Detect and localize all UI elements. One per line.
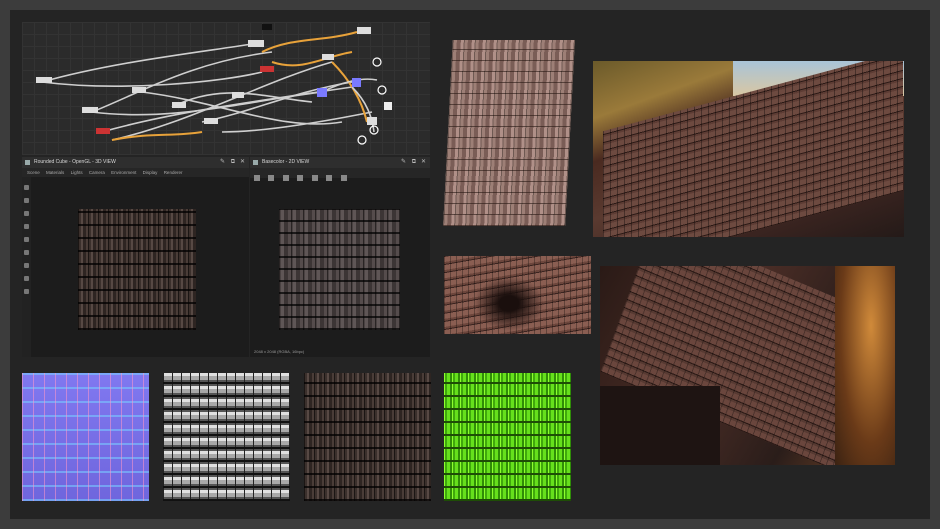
basecolor-map [304, 373, 431, 501]
viewer-3d-panel[interactable]: Rounded Cube - OpenGL - 3D VIEW ✎ ⧉ ✕ Sc… [22, 157, 249, 357]
menu-scene[interactable]: Scene [27, 170, 40, 175]
close-icon[interactable]: ✕ [421, 157, 426, 168]
viewer-2d-panel[interactable]: Basecolor - 2D VIEW ✎ ⧉ ✕ 2048 x 2048 (R… [250, 157, 430, 357]
render-roof-sunlit [593, 61, 904, 237]
camera-icon[interactable] [24, 185, 29, 190]
viewer-3d-title: Rounded Cube - OpenGL - 3D VIEW [34, 159, 116, 165]
menu-lights[interactable]: Lights [71, 170, 83, 175]
save-icon[interactable] [254, 175, 260, 181]
cube-icon[interactable] [24, 263, 29, 268]
graph-links [36, 24, 392, 145]
popout-icon[interactable]: ⧉ [412, 157, 416, 168]
leaf-shadow [474, 276, 544, 331]
menu-renderer[interactable]: Renderer [164, 170, 183, 175]
eye-icon[interactable] [24, 276, 29, 281]
fit-icon[interactable] [282, 175, 289, 181]
histogram-icon[interactable] [340, 175, 347, 181]
render-house-roof [600, 266, 895, 465]
viewer-2d-toolbar [250, 168, 430, 181]
viewer-3d-toolbar [22, 177, 31, 357]
copy-icon[interactable] [268, 175, 275, 181]
channels-icon[interactable] [297, 175, 304, 181]
preview-3d-shingles [78, 209, 196, 330]
menu-environment[interactable]: Environment [111, 170, 136, 175]
chart-icon[interactable] [24, 289, 29, 294]
viewer-3d-titlebar: Rounded Cube - OpenGL - 3D VIEW ✎ ⧉ ✕ [22, 157, 249, 168]
texture-resolution: 2048 x 2048 (RGBA, 16bpc) [254, 349, 305, 354]
sphere-icon[interactable] [24, 250, 29, 255]
menu-display[interactable]: Display [143, 170, 158, 175]
info-icon[interactable] [326, 175, 333, 181]
viewer-2d-title: Basecolor - 2D VIEW [262, 159, 310, 165]
image-icon [253, 160, 258, 165]
preview-2d-basecolor [279, 209, 400, 330]
showcase-canvas: Rounded Cube - OpenGL - 3D VIEW ✎ ⧉ ✕ Sc… [0, 0, 940, 529]
viewer-3d-menubar: Scene Materials Lights Camera Environmen… [22, 168, 249, 177]
tile-icon[interactable] [311, 175, 318, 181]
menu-materials[interactable]: Materials [46, 170, 64, 175]
light-icon[interactable] [24, 198, 29, 203]
render-roof-closeup [444, 256, 591, 334]
close-icon[interactable]: ✕ [240, 157, 245, 168]
screenshot-icon[interactable] [24, 211, 29, 216]
pin-icon[interactable]: ✎ [401, 157, 406, 168]
viewer-2d-titlebar: Basecolor - 2D VIEW ✎ ⧉ ✕ [250, 157, 430, 168]
grid-icon[interactable] [24, 224, 29, 229]
normal-map [22, 373, 149, 501]
cube-icon [25, 160, 30, 165]
house-wall [600, 386, 720, 465]
mask-map [444, 373, 571, 501]
popout-icon[interactable]: ⧉ [231, 157, 235, 168]
height-map [163, 373, 290, 501]
material-swatch-render [443, 40, 575, 226]
axis-icon[interactable] [24, 237, 29, 242]
autumn-tree [835, 266, 895, 465]
pin-icon[interactable]: ✎ [220, 157, 225, 168]
node-graph[interactable] [22, 22, 430, 155]
menu-camera[interactable]: Camera [89, 170, 105, 175]
